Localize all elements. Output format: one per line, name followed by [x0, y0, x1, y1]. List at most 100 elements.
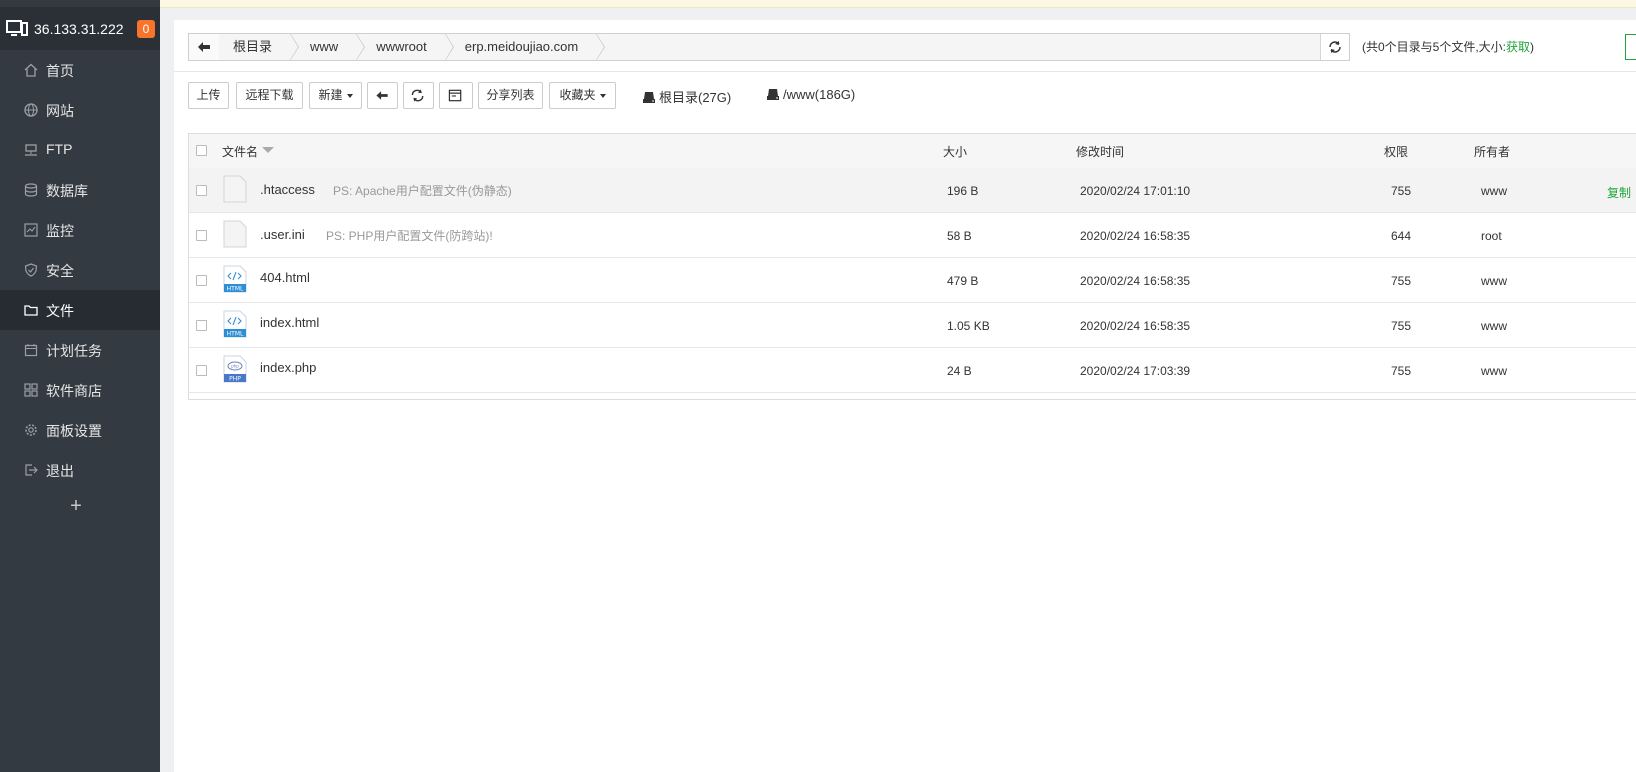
breadcrumb-item[interactable]: wwwroot	[356, 33, 454, 61]
file-name[interactable]: index.html	[260, 315, 319, 330]
terminal-button[interactable]	[439, 82, 473, 109]
row-checkbox[interactable]	[196, 365, 207, 376]
file-name[interactable]: .htaccess	[260, 182, 315, 197]
select-all-checkbox[interactable]	[196, 145, 207, 156]
row-checkbox[interactable]	[196, 275, 207, 286]
server-header: 36.133.31.222 0	[0, 7, 160, 50]
file-owner[interactable]: www	[1481, 319, 1507, 333]
file-permission[interactable]: 755	[1391, 319, 1411, 333]
file-permission[interactable]: 644	[1391, 229, 1411, 243]
file-size: 24 B	[947, 364, 972, 378]
table-row[interactable]: HTML 404.html 479 B 2020/02/24 16:58:35 755 w…	[189, 258, 1636, 303]
row-checkbox[interactable]	[196, 230, 207, 241]
breadcrumb-item[interactable]: erp.meidoujiao.com	[444, 33, 606, 61]
header-filename[interactable]: 文件名	[222, 143, 275, 160]
sidebar-item-monitor[interactable]: 监控	[0, 210, 160, 250]
file-note: PS: Apache用户配置文件(伪静态)	[333, 184, 512, 198]
file-owner[interactable]: root	[1481, 229, 1502, 243]
sidebar-item-grid[interactable]: 软件商店	[0, 370, 160, 410]
sidebar-item-globe[interactable]: 网站	[0, 90, 160, 130]
sidebar-item-folder[interactable]: 文件	[0, 290, 160, 330]
file-owner[interactable]: www	[1481, 274, 1507, 288]
sidebar-item-gear[interactable]: 面板设置	[0, 410, 160, 450]
table-row[interactable]: .user.ini PS: PHP用户配置文件(防跨站)! 58 B 2020/02/…	[189, 213, 1636, 258]
upload-button[interactable]: 上传	[188, 82, 229, 109]
file-size: 58 B	[947, 229, 972, 243]
home-icon	[24, 63, 38, 77]
monitor-screen-icon	[6, 20, 28, 36]
sidebar-item-label: 网站	[46, 103, 74, 119]
sidebar-item-label: 首页	[46, 63, 74, 79]
new-dropdown-button[interactable]: 新建	[309, 82, 362, 109]
file-owner[interactable]: www	[1481, 364, 1507, 378]
table-row[interactable]: .htaccess PS: Apache用户配置文件(伪静态) 196 B 2020/…	[189, 168, 1636, 213]
server-ip[interactable]: 36.133.31.222	[34, 21, 124, 37]
caret-down-icon	[346, 93, 353, 98]
path-back-button[interactable]	[189, 34, 220, 60]
file-permission[interactable]: 755	[1391, 184, 1411, 198]
back-button[interactable]	[367, 82, 398, 109]
header-permission[interactable]: 权限	[1384, 143, 1408, 160]
file-size: 1.05 KB	[947, 319, 990, 333]
get-size-link[interactable]: 获取	[1506, 40, 1530, 54]
header-owner[interactable]: 所有者	[1474, 143, 1510, 160]
row-checkbox[interactable]	[196, 185, 207, 196]
refresh-button[interactable]	[403, 82, 434, 109]
row-checkbox[interactable]	[196, 320, 207, 331]
add-icon[interactable]: +	[67, 496, 85, 516]
arrow-left-icon	[198, 42, 210, 52]
sidebar-item-shield[interactable]: 安全	[0, 250, 160, 290]
file-permission[interactable]: 755	[1391, 274, 1411, 288]
file-note: PS: PHP用户配置文件(防跨站)!	[326, 229, 493, 243]
svg-text:HTML: HTML	[227, 286, 244, 293]
favorites-dropdown-button[interactable]: 收藏夹	[549, 82, 616, 109]
svg-text:PHP: PHP	[229, 376, 241, 383]
notice-bar	[0, 0, 1636, 8]
file-owner[interactable]: www	[1481, 184, 1507, 198]
table-row[interactable]: HTML index.html 1.05 KB 2020/02/24 16:58:35…	[189, 303, 1636, 348]
path-bar: 根目录 www wwwroot erp.meidoujiao.com	[188, 33, 1350, 61]
hdd-icon	[643, 92, 655, 103]
sidebar-item-ftp[interactable]: FTP	[0, 130, 160, 170]
notification-badge[interactable]: 0	[137, 20, 155, 38]
header-size[interactable]: 大小	[943, 143, 967, 160]
sidebar-item-label: 面板设置	[46, 423, 102, 439]
table-row[interactable]: php PHP index.php 24 B 2020/02/24 17:03:39 75…	[189, 348, 1636, 393]
file-mtime: 2020/02/24 17:03:39	[1080, 364, 1191, 378]
refresh-icon	[411, 89, 424, 102]
caret-down-icon	[599, 93, 606, 98]
sidebar-item-database[interactable]: 数据库	[0, 170, 160, 210]
file-mtime: 2020/02/24 17:01:10	[1080, 184, 1191, 198]
sidebar-item-label: 安全	[46, 263, 74, 279]
breadcrumb-item[interactable]: www	[290, 33, 366, 61]
path-refresh-button[interactable]	[1320, 34, 1349, 60]
sidebar-item-label: 计划任务	[46, 343, 102, 359]
divider	[174, 71, 1636, 72]
file-name[interactable]: .user.ini	[260, 227, 305, 242]
terminal-button-edge[interactable]	[1625, 34, 1636, 60]
disk-root[interactable]: 根目录(27G)	[643, 87, 731, 106]
file-name[interactable]: index.php	[260, 360, 316, 375]
breadcrumb-item[interactable]: 根目录	[219, 33, 300, 61]
calendar-icon	[24, 344, 38, 357]
remote-download-button[interactable]: 远程下载	[236, 82, 303, 109]
sidebar-item-calendar[interactable]: 计划任务	[0, 330, 160, 370]
sidebar-item-label: 软件商店	[46, 383, 102, 399]
refresh-icon	[1329, 41, 1341, 53]
copy-action-link[interactable]: 复制	[1607, 184, 1631, 201]
hdd-icon	[767, 89, 779, 100]
disk-www[interactable]: /www(186G)	[767, 87, 855, 102]
file-permission[interactable]: 755	[1391, 364, 1411, 378]
file-name[interactable]: 404.html	[260, 270, 310, 285]
logout-icon	[25, 464, 38, 476]
html-file-icon: HTML	[223, 310, 247, 338]
share-list-button[interactable]: 分享列表	[478, 82, 543, 109]
sidebar-item-logout[interactable]: 退出	[0, 450, 160, 490]
php-file-icon: php PHP	[223, 355, 247, 383]
gear-icon	[25, 424, 37, 436]
sidebar-item-home[interactable]: 首页	[0, 50, 160, 90]
directory-summary: (共0个目录与5个文件,大小:获取)	[1362, 40, 1535, 54]
monitor-icon	[24, 223, 38, 237]
file-size: 479 B	[947, 274, 979, 288]
header-mtime[interactable]: 修改时间	[1076, 143, 1124, 160]
